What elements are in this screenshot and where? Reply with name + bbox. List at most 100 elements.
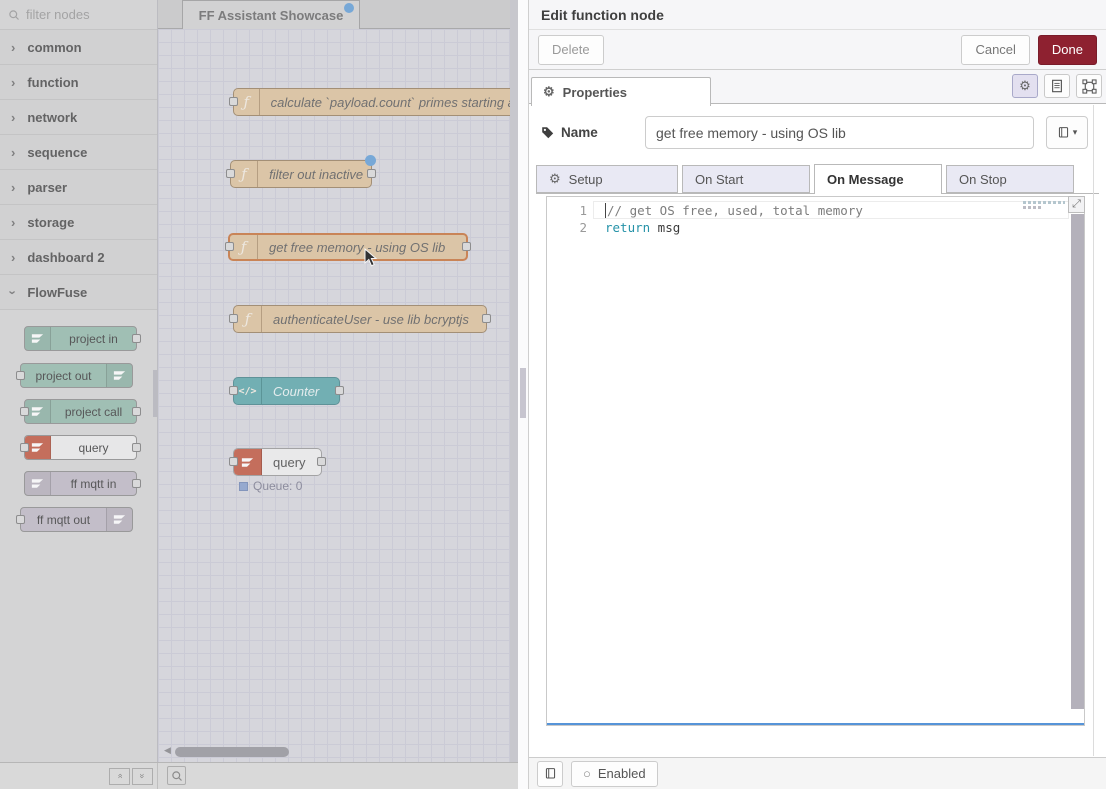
expand-editor-button[interactable]: ⤢ xyxy=(1068,196,1085,213)
node-port[interactable] xyxy=(462,242,471,251)
hscroll-left-arrow[interactable]: ◀ xyxy=(164,745,171,756)
library-dropdown-button[interactable]: ▾ xyxy=(1046,116,1088,149)
gear-icon: ⚙ xyxy=(543,84,555,100)
panel-toolbar: Delete Cancel Done xyxy=(529,30,1106,70)
canvas-vertical-scrollbar[interactable] xyxy=(510,0,518,762)
panel-scrollbar-track xyxy=(1093,105,1094,756)
palette-category-parser[interactable]: ›parser xyxy=(0,170,157,205)
editor-minimap xyxy=(1023,201,1067,209)
node-port[interactable] xyxy=(482,314,491,323)
flow-node-filter-out-inactive[interactable]: ƒ filter out inactive xyxy=(230,160,372,188)
node-port[interactable] xyxy=(229,386,238,395)
palette-node-project-call[interactable]: project call xyxy=(24,399,137,424)
editor-scrollbar[interactable] xyxy=(1071,214,1084,709)
panel-title: Edit function node xyxy=(541,7,664,23)
flow-node-counter[interactable]: </> Counter xyxy=(233,377,340,405)
node-port[interactable] xyxy=(317,457,326,466)
separator-drag-handle[interactable] xyxy=(520,368,526,418)
palette-scrollbar[interactable] xyxy=(153,370,157,417)
node-port[interactable] xyxy=(226,169,235,178)
tab-on-message[interactable]: On Message xyxy=(814,164,942,194)
node-red-editor: ›common ›function ›network ›sequence ›pa… xyxy=(0,0,1106,789)
description-view-button[interactable] xyxy=(1044,74,1070,98)
palette-footer: » » xyxy=(0,763,158,789)
palette-category-dashboard2[interactable]: ›dashboard 2 xyxy=(0,240,157,275)
flow-node-calculate-primes[interactable]: ƒ calculate `payload.count` primes start… xyxy=(233,88,510,116)
library-button[interactable] xyxy=(537,761,563,787)
tab-on-stop[interactable]: On Stop xyxy=(946,165,1074,193)
flowfuse-logo-icon xyxy=(106,508,132,531)
properties-view-button[interactable]: ⚙ xyxy=(1012,74,1038,98)
palette-category-network[interactable]: ›network xyxy=(0,100,157,135)
tab-properties[interactable]: ⚙ Properties xyxy=(531,77,711,106)
book-icon xyxy=(1057,126,1070,139)
palette-collapse-all-button[interactable]: » xyxy=(109,768,130,785)
enabled-toggle-button[interactable]: ○ Enabled xyxy=(571,761,658,787)
palette-node-project-out[interactable]: project out xyxy=(20,363,133,388)
palette-node-ff-mqtt-out[interactable]: ff mqtt out xyxy=(20,507,133,532)
node-status: Queue: 0 xyxy=(239,479,302,493)
node-port[interactable] xyxy=(132,443,141,452)
zoom-search-button[interactable] xyxy=(167,766,186,785)
chevron-right-icon: › xyxy=(11,181,15,194)
tab-on-start[interactable]: On Start xyxy=(682,165,810,193)
tag-icon xyxy=(541,126,554,139)
function-icon: ƒ xyxy=(230,235,258,259)
flow-node-query[interactable]: query xyxy=(233,448,322,476)
canvas-grid[interactable]: ƒ calculate `payload.count` primes start… xyxy=(158,29,510,762)
panel-icon-buttons: ⚙ xyxy=(1012,74,1102,98)
node-port[interactable] xyxy=(20,407,29,416)
node-port[interactable] xyxy=(132,407,141,416)
flow-canvas[interactable]: FF Assistant Showcase ƒ calculate `paylo… xyxy=(158,0,510,762)
flowfuse-logo-icon xyxy=(106,364,132,387)
palette-category-flowfuse[interactable]: ›FlowFuse xyxy=(0,275,157,310)
flowfuse-logo-icon xyxy=(25,327,51,350)
flow-node-authenticate-user[interactable]: ƒ authenticateUser - use lib bcryptjs xyxy=(233,305,487,333)
done-button[interactable]: Done xyxy=(1038,35,1097,65)
node-port[interactable] xyxy=(16,515,25,524)
horizontal-scrollbar[interactable] xyxy=(175,747,289,757)
node-port[interactable] xyxy=(367,169,376,178)
node-port[interactable] xyxy=(132,479,141,488)
caret-down-icon: ▾ xyxy=(1073,127,1078,138)
node-port[interactable] xyxy=(225,242,234,251)
palette-category-storage[interactable]: ›storage xyxy=(0,205,157,240)
palette-node-query[interactable]: query xyxy=(24,435,137,460)
status-indicator-icon xyxy=(239,482,248,491)
node-port[interactable] xyxy=(229,457,238,466)
editor-footer: » » xyxy=(0,762,518,789)
flowfuse-logo-icon xyxy=(25,472,51,495)
document-icon xyxy=(1050,79,1064,93)
node-port[interactable] xyxy=(335,386,344,395)
delete-button[interactable]: Delete xyxy=(538,35,604,65)
node-port[interactable] xyxy=(132,334,141,343)
unsaved-changes-dot xyxy=(344,3,354,13)
node-port[interactable] xyxy=(229,314,238,323)
line-numbers: 1 2 xyxy=(547,202,587,236)
node-port[interactable] xyxy=(20,443,29,452)
mouse-cursor-icon xyxy=(364,248,378,268)
palette-node-ff-mqtt-in[interactable]: ff mqtt in xyxy=(24,471,137,496)
panel-resize-separator[interactable] xyxy=(518,0,528,789)
palette-node-project-in[interactable]: project in xyxy=(24,326,137,351)
tab-setup[interactable]: ⚙ Setup xyxy=(536,165,678,193)
name-input[interactable] xyxy=(645,116,1034,149)
node-port[interactable] xyxy=(16,371,25,380)
filter-nodes-input[interactable] xyxy=(26,7,149,22)
palette-category-sequence[interactable]: ›sequence xyxy=(0,135,157,170)
code-editor[interactable]: 1 2 // get OS free, used, total memoryre… xyxy=(546,196,1085,726)
appearance-view-button[interactable] xyxy=(1076,74,1102,98)
code-content[interactable]: // get OS free, used, total memoryreturn… xyxy=(605,202,863,236)
gear-icon: ⚙ xyxy=(1019,78,1031,94)
workspace-tab[interactable]: FF Assistant Showcase xyxy=(182,0,360,29)
name-row: Name ▾ xyxy=(529,104,1106,149)
palette-search[interactable] xyxy=(0,0,157,30)
palette-category-common[interactable]: ›common xyxy=(0,30,157,65)
cancel-button[interactable]: Cancel xyxy=(961,35,1029,65)
flow-node-get-free-memory[interactable]: ƒ get free memory - using OS lib xyxy=(228,233,468,261)
node-port[interactable] xyxy=(229,97,238,106)
palette-expand-all-button[interactable]: » xyxy=(132,768,153,785)
chevron-right-icon: › xyxy=(11,146,15,159)
palette-category-function[interactable]: ›function xyxy=(0,65,157,100)
panel-footer: ○ Enabled xyxy=(529,757,1106,789)
